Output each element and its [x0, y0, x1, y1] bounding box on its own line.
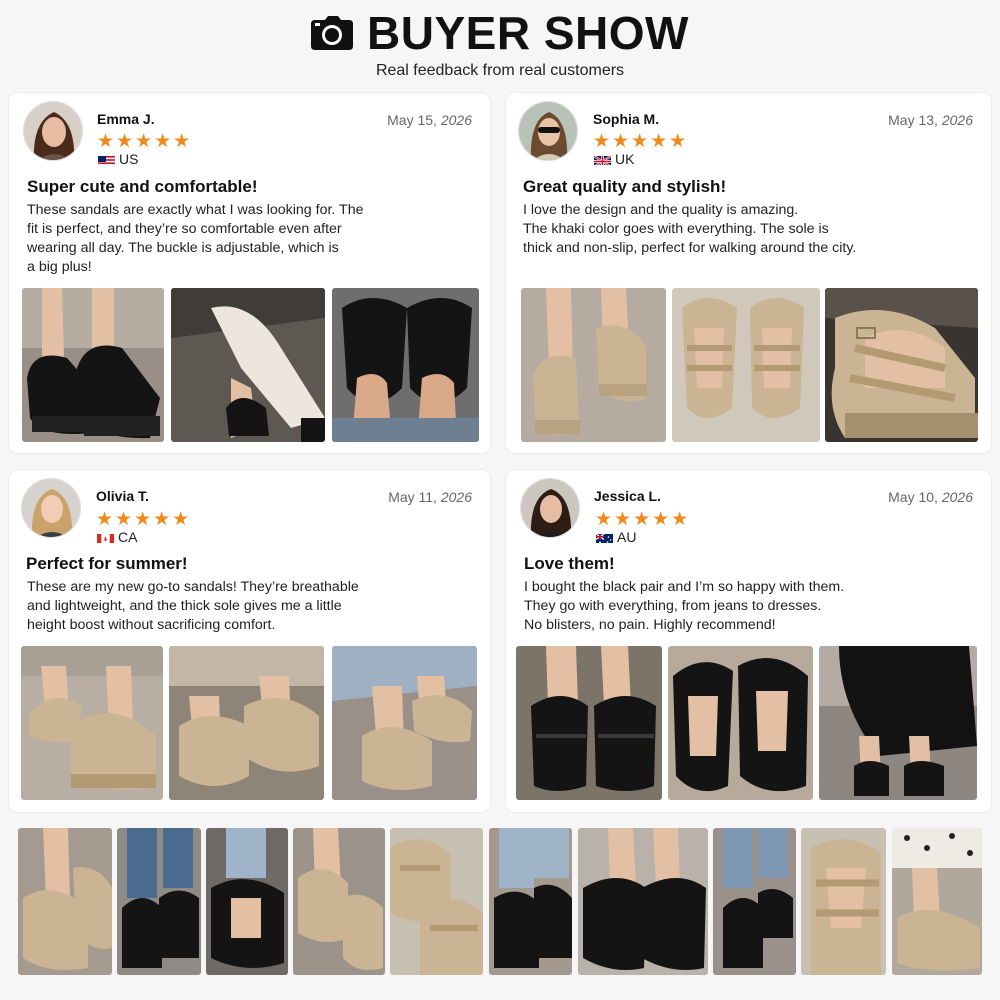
- review-body: I love the design and the quality is ama…: [523, 202, 857, 256]
- review-body: These are my new go-to sandals! They’re …: [27, 579, 359, 633]
- review-photo[interactable]: [825, 288, 978, 442]
- avatar: [518, 101, 578, 161]
- review-card: Sophia M. May 13, 2026 ★★★★★ UK Great qu…: [505, 92, 992, 454]
- review-date: May 10, 2026: [888, 489, 973, 505]
- strip-photo[interactable]: [713, 828, 796, 975]
- review-photo[interactable]: [668, 646, 813, 800]
- uk-flag-icon: [594, 154, 611, 165]
- review-photo[interactable]: [21, 646, 163, 800]
- strip-photo[interactable]: [18, 828, 112, 975]
- review-date: May 11, 2026: [388, 489, 472, 505]
- country-label: US: [98, 151, 138, 167]
- us-flag-icon: [98, 154, 115, 165]
- review-card: Jessica L. May 10, 2026 ★★★★★ AU Love th…: [505, 469, 992, 813]
- strip-photo[interactable]: [390, 828, 483, 975]
- review-card: Olivia T. May 11, 2026 ★★★★★ CA Perfect …: [8, 469, 491, 813]
- country-label: CA: [97, 529, 137, 545]
- reviewer-name: Olivia T.: [96, 488, 149, 504]
- title-row: BUYER SHOW: [0, 8, 1000, 58]
- page-title: BUYER SHOW: [367, 7, 689, 59]
- review-photo[interactable]: [819, 646, 977, 800]
- country-label: UK: [594, 151, 634, 167]
- review-body: I bought the black pair and I’m so happy…: [524, 579, 845, 633]
- strip-photo[interactable]: [293, 828, 385, 975]
- review-photo[interactable]: [22, 288, 164, 442]
- review-photo[interactable]: [171, 288, 325, 442]
- strip-photo[interactable]: [489, 828, 572, 975]
- strip-photo[interactable]: [892, 828, 982, 975]
- avatar: [520, 478, 580, 538]
- review-photo[interactable]: [672, 288, 820, 442]
- star-rating: ★★★★★: [97, 131, 193, 152]
- review-photo[interactable]: [169, 646, 324, 800]
- review-title: Perfect for summer!: [26, 554, 188, 573]
- star-rating: ★★★★★: [595, 509, 691, 530]
- ca-flag-icon: [97, 532, 114, 543]
- review-photo[interactable]: [332, 646, 477, 800]
- reviewer-name: Emma J.: [97, 111, 155, 127]
- strip-photo[interactable]: [206, 828, 288, 975]
- avatar: [21, 478, 81, 538]
- review-body: These sandals are exactly what I was loo…: [27, 202, 364, 275]
- reviewer-name: Jessica L.: [594, 488, 661, 504]
- review-photo[interactable]: [521, 288, 666, 442]
- review-card: Emma J. May 15, 2026 ★★★★★ US Super cute…: [8, 92, 491, 454]
- camera-icon: [311, 16, 354, 50]
- strip-photo[interactable]: [117, 828, 201, 975]
- reviewer-name: Sophia M.: [593, 111, 660, 127]
- buyer-show-header: BUYER SHOW Real feedback from real custo…: [0, 0, 1000, 90]
- page-subtitle: Real feedback from real customers: [375, 62, 625, 79]
- star-rating: ★★★★★: [96, 509, 192, 530]
- strip-photo[interactable]: [578, 828, 708, 975]
- review-date: May 13, 2026: [888, 112, 973, 128]
- review-title: Super cute and comfortable!: [27, 177, 258, 196]
- review-date: May 15, 2026: [387, 112, 472, 128]
- review-photo[interactable]: [332, 288, 479, 442]
- country-label: AU: [596, 529, 636, 545]
- au-flag-icon: [596, 532, 613, 543]
- star-rating: ★★★★★: [593, 131, 689, 152]
- avatar: [23, 101, 83, 161]
- review-photo[interactable]: [516, 646, 662, 800]
- review-title: Great quality and stylish!: [523, 177, 727, 196]
- review-title: Love them!: [524, 554, 615, 573]
- strip-photo[interactable]: [801, 828, 886, 975]
